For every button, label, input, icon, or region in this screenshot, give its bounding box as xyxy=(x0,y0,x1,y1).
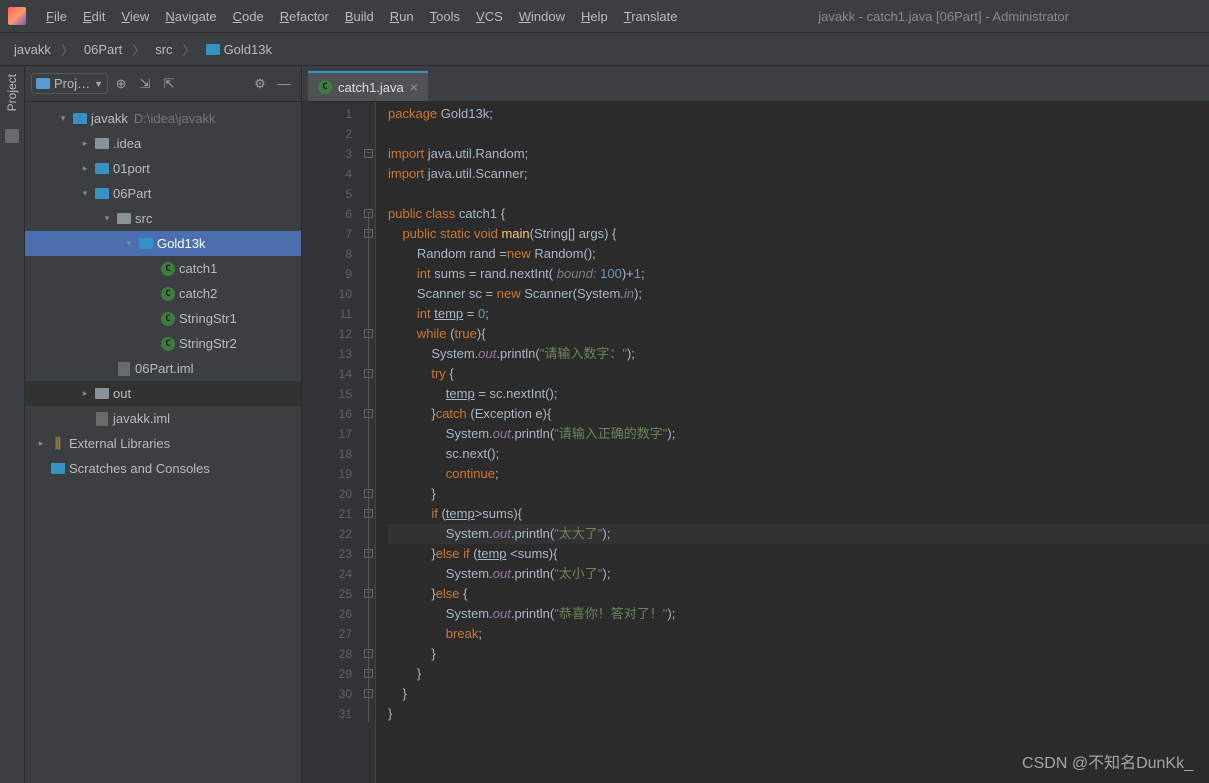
menu-translate[interactable]: Translate xyxy=(616,6,686,27)
fold-column[interactable]: −−−−−−−−−−−−− xyxy=(362,102,376,783)
class-icon xyxy=(159,337,177,351)
screen-icon xyxy=(36,78,50,89)
menu-edit[interactable]: Edit xyxy=(75,6,113,27)
project-view-selector[interactable]: Proj… ▼ xyxy=(31,73,108,94)
menu-run[interactable]: Run xyxy=(382,6,422,27)
project-panel: Proj… ▼ ⊕ ⇲ ⇱ ⚙ — ▾javakkD:\idea\javakk▸… xyxy=(25,66,302,783)
scr-icon xyxy=(49,463,67,474)
fold-icon xyxy=(115,213,133,224)
fold-icon xyxy=(93,388,111,399)
mod-icon xyxy=(93,163,111,174)
structure-tool-icon[interactable] xyxy=(5,129,19,143)
locate-icon[interactable]: ⊕ xyxy=(110,73,132,95)
tree-06part[interactable]: ▾06Part xyxy=(25,181,301,206)
breadcrumb-bar: javakk〉06Part〉src〉Gold13k xyxy=(0,33,1209,66)
menu-file[interactable]: File xyxy=(38,6,75,27)
expand-all-icon[interactable]: ⇲ xyxy=(134,73,156,95)
menu-tools[interactable]: Tools xyxy=(422,6,468,27)
tree-stringstr1[interactable]: StringStr1 xyxy=(25,306,301,331)
menu-help[interactable]: Help xyxy=(573,6,616,27)
line-gutter[interactable]: 123456▶7▶8910111213141516171819202122💡23… xyxy=(302,102,362,783)
close-tab-icon[interactable]: × xyxy=(410,79,418,95)
tree-01port[interactable]: ▸01port xyxy=(25,156,301,181)
crumb-javakk[interactable]: javakk xyxy=(8,39,57,60)
editor-tabs: catch1.java × xyxy=(302,66,1209,102)
tree--idea[interactable]: ▸.idea xyxy=(25,131,301,156)
menu-code[interactable]: Code xyxy=(225,6,272,27)
tree-06part-iml[interactable]: 06Part.iml xyxy=(25,356,301,381)
tree-catch1[interactable]: catch1 xyxy=(25,256,301,281)
editor-area: catch1.java × 123456▶7▶89101112131415161… xyxy=(302,66,1209,783)
pkg-icon xyxy=(137,238,155,249)
class-icon xyxy=(159,262,177,276)
tree-scratches-and-consoles[interactable]: Scratches and Consoles xyxy=(25,456,301,481)
class-icon xyxy=(318,80,332,94)
tree-javakk[interactable]: ▾javakkD:\idea\javakk xyxy=(25,106,301,131)
tree-javakk-iml[interactable]: javakk.iml xyxy=(25,406,301,431)
project-panel-header: Proj… ▼ ⊕ ⇲ ⇱ ⚙ — xyxy=(25,66,301,102)
menu-vcs[interactable]: VCS xyxy=(468,6,511,27)
gear-icon[interactable]: ⚙ xyxy=(249,73,271,95)
tree-gold13k[interactable]: ▾Gold13k xyxy=(25,231,301,256)
window-title: javakk - catch1.java [06Part] - Administ… xyxy=(818,9,1069,24)
code-editor[interactable]: 123456▶7▶8910111213141516171819202122💡23… xyxy=(302,102,1209,783)
tree-catch2[interactable]: catch2 xyxy=(25,281,301,306)
crumb-06part[interactable]: 06Part xyxy=(78,39,128,60)
menu-refactor[interactable]: Refactor xyxy=(272,6,337,27)
menu-build[interactable]: Build xyxy=(337,6,382,27)
crumb-src[interactable]: src xyxy=(149,39,178,60)
tool-window-stripe: Project xyxy=(0,66,25,783)
watermark: CSDN @不知名DunKk_ xyxy=(1022,749,1193,773)
menu-bar: FileEditViewNavigateCodeRefactorBuildRun… xyxy=(0,0,1209,33)
menu-navigate[interactable]: Navigate xyxy=(157,6,224,27)
class-icon xyxy=(159,312,177,326)
tree-external-libraries[interactable]: ▸⫼External Libraries xyxy=(25,431,301,456)
tree-out[interactable]: ▸out xyxy=(25,381,301,406)
tab-catch1[interactable]: catch1.java × xyxy=(308,71,428,101)
mod-icon xyxy=(93,188,111,199)
project-tree[interactable]: ▾javakkD:\idea\javakk▸.idea▸01port▾06Par… xyxy=(25,102,301,783)
project-tool-button[interactable]: Project xyxy=(5,74,19,111)
hide-icon[interactable]: — xyxy=(273,73,295,95)
code-content[interactable]: package Gold13k;import java.util.Random;… xyxy=(376,102,1209,783)
collapse-all-icon[interactable]: ⇱ xyxy=(158,73,180,95)
file-icon xyxy=(115,362,133,376)
file-icon xyxy=(93,412,111,426)
tree-stringstr2[interactable]: StringStr2 xyxy=(25,331,301,356)
menu-window[interactable]: Window xyxy=(511,6,573,27)
app-logo-icon xyxy=(8,7,26,25)
fold-icon xyxy=(93,138,111,149)
tree-src[interactable]: ▾src xyxy=(25,206,301,231)
class-icon xyxy=(159,287,177,301)
menu-view[interactable]: View xyxy=(113,6,157,27)
mod-icon xyxy=(71,113,89,124)
lib-icon: ⫼ xyxy=(49,435,67,452)
crumb-gold13k[interactable]: Gold13k xyxy=(200,39,278,60)
chevron-down-icon: ▼ xyxy=(94,79,103,89)
